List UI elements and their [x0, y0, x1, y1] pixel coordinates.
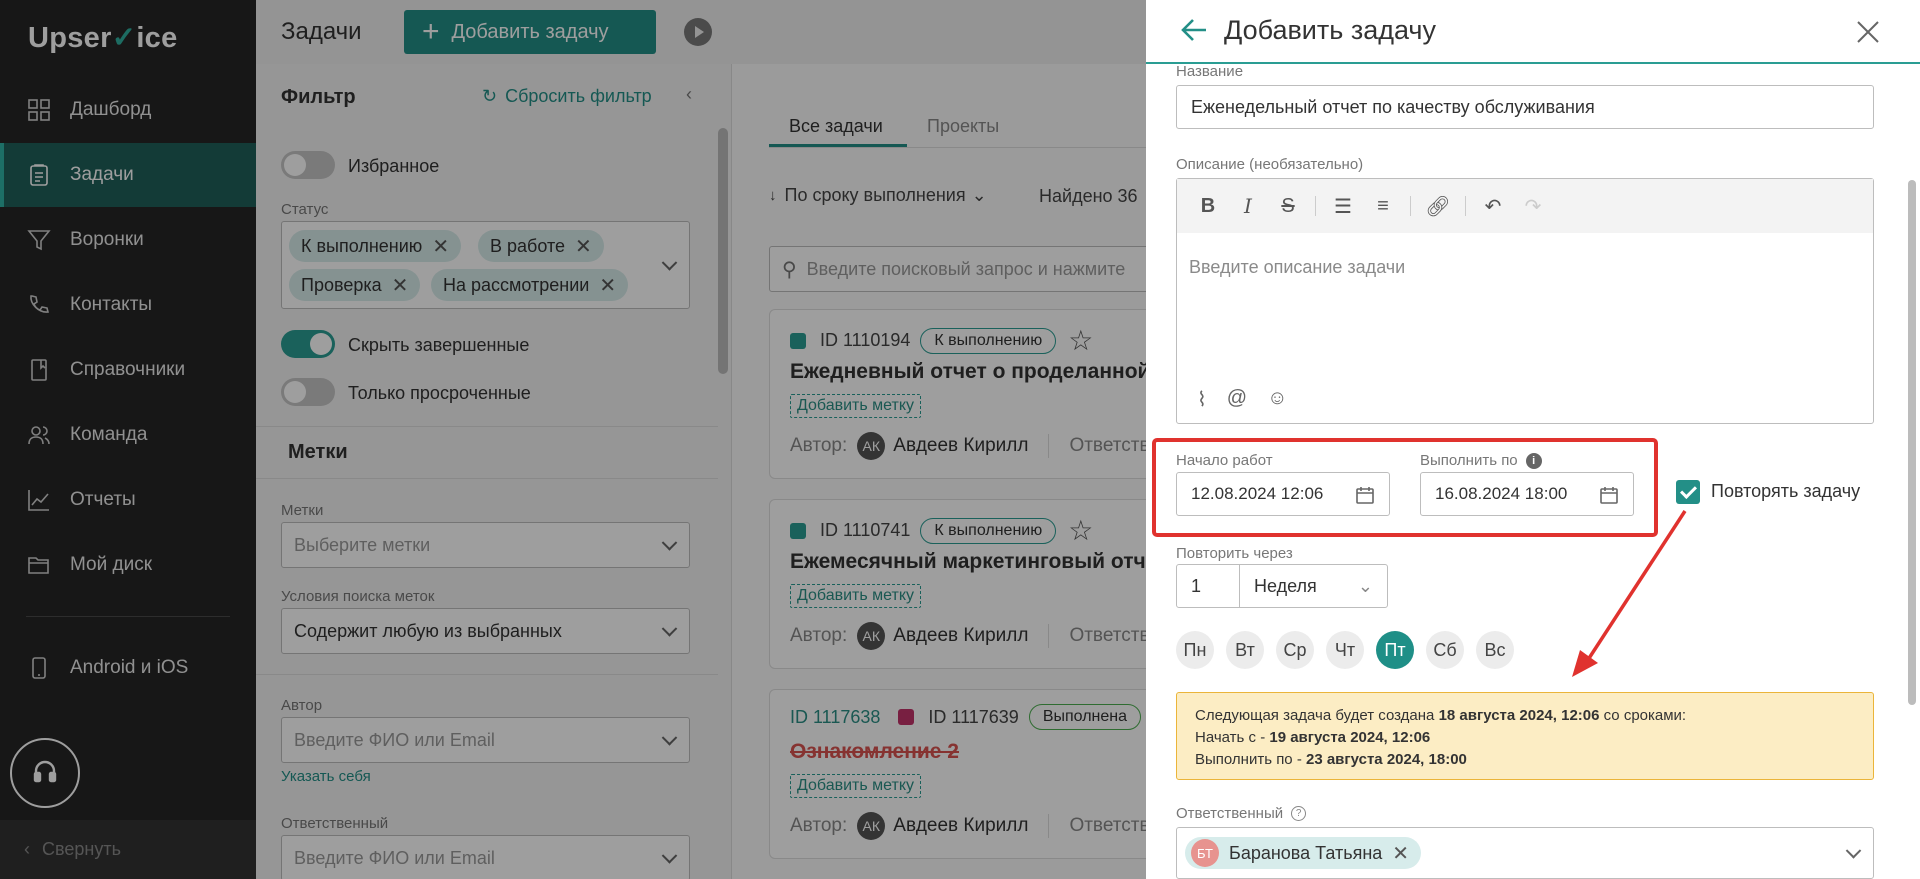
mention-icon[interactable]: @ [1227, 387, 1247, 412]
close-icon[interactable]: ✕ [1392, 841, 1409, 866]
redo-icon[interactable]: ↷ [1520, 193, 1546, 219]
responsible-label-text: Ответственный [1176, 805, 1284, 822]
repeat-task-checkbox[interactable] [1676, 480, 1700, 504]
responsible-select[interactable]: БТ Баранова Татьяна ✕ [1176, 827, 1874, 879]
numbered-list-icon[interactable]: ≡ [1370, 193, 1396, 219]
name-value: Еженедельный отчет по качеству обслужива… [1191, 96, 1595, 117]
responsible-label: Ответственный? [1176, 805, 1307, 822]
avatar: БТ [1191, 839, 1219, 867]
bullet-list-icon[interactable]: ☰ [1330, 193, 1356, 219]
strikethrough-icon[interactable]: S [1275, 193, 1301, 219]
close-icon[interactable] [1854, 18, 1882, 51]
day-mon[interactable]: Пн [1176, 631, 1214, 669]
day-tue[interactable]: Вт [1226, 631, 1264, 669]
day-thu[interactable]: Чт [1326, 631, 1364, 669]
notice-text: Выполнить по - [1195, 751, 1306, 768]
dialog-scrollbar[interactable] [1908, 180, 1916, 705]
day-sun[interactable]: Вс [1476, 631, 1514, 669]
paperclip-icon[interactable]: ⌇ [1197, 387, 1207, 412]
name-input[interactable]: Еженедельный отчет по качеству обслужива… [1176, 85, 1874, 129]
day-sat[interactable]: Сб [1426, 631, 1464, 669]
notice-text: Начать с - [1195, 729, 1270, 746]
arrow-left-icon[interactable] [1180, 16, 1208, 49]
due-label-text: Выполнить по [1420, 452, 1518, 469]
repeat-task-label[interactable]: Повторять задачу [1711, 481, 1860, 502]
annotation-arrow-icon [1572, 510, 1687, 677]
notice-text: Следующая задача будет создана [1195, 707, 1439, 724]
dialog-header: Добавить задачу [1146, 0, 1920, 64]
due-label: Выполнить по i [1420, 452, 1542, 469]
undo-icon[interactable]: ↶ [1480, 193, 1506, 219]
responsible-name: Баранова Татьяна [1229, 842, 1383, 863]
repeat-count-value: 1 [1191, 575, 1202, 596]
notice-text: со сроками: [1599, 707, 1687, 724]
italic-icon[interactable]: I [1235, 193, 1261, 219]
day-wed[interactable]: Ср [1276, 631, 1314, 669]
name-label: Название [1176, 63, 1244, 80]
emoji-icon[interactable]: ☺ [1267, 387, 1287, 412]
repeat-unit-select[interactable]: Неделя ⌄ [1239, 564, 1388, 608]
dialog-title: Добавить задачу [1224, 15, 1436, 45]
editor-attach-tools: ⌇ @ ☺ [1197, 387, 1288, 412]
start-date-input[interactable]: 12.08.2024 12:06 [1176, 472, 1390, 516]
notice-date: 19 августа 2024, 12:06 [1269, 729, 1431, 746]
description-editor[interactable]: B I S ☰ ≡ 🔗︎ ↶ ↷ Введите описание задачи… [1176, 178, 1874, 424]
chevron-down-icon: ⌄ [1357, 576, 1373, 596]
chevron-down-icon [1845, 843, 1862, 859]
notice-date: 18 августа 2024, 12:06 [1438, 707, 1600, 724]
responsible-chip[interactable]: БТ Баранова Татьяна ✕ [1185, 837, 1422, 869]
description-label: Описание (необязательно) [1176, 156, 1364, 173]
calendar-icon[interactable] [1355, 485, 1375, 510]
repeat-unit-value: Неделя [1254, 575, 1317, 596]
day-fri[interactable]: Пт [1376, 631, 1414, 669]
modal-backdrop[interactable] [0, 0, 1146, 879]
start-label: Начало работ [1176, 452, 1273, 469]
help-icon[interactable]: ? [1291, 806, 1307, 821]
due-date-value: 16.08.2024 18:00 [1435, 484, 1568, 503]
repeat-every-label: Повторить через [1176, 545, 1293, 562]
description-placeholder: Введите описание задачи [1189, 257, 1406, 277]
editor-toolbar: B I S ☰ ≡ 🔗︎ ↶ ↷ [1177, 179, 1873, 233]
repeat-count-input[interactable]: 1 [1176, 564, 1240, 608]
next-task-notice: Следующая задача будет создана 18 август… [1176, 692, 1874, 780]
link-icon[interactable]: 🔗︎ [1425, 193, 1451, 219]
info-icon[interactable]: i [1525, 452, 1542, 469]
start-date-value: 12.08.2024 12:06 [1191, 484, 1324, 503]
bold-icon[interactable]: B [1195, 193, 1221, 219]
notice-date: 23 августа 2024, 18:00 [1305, 751, 1467, 768]
add-task-dialog: Добавить задачу Название Еженедельный от… [1146, 0, 1920, 879]
